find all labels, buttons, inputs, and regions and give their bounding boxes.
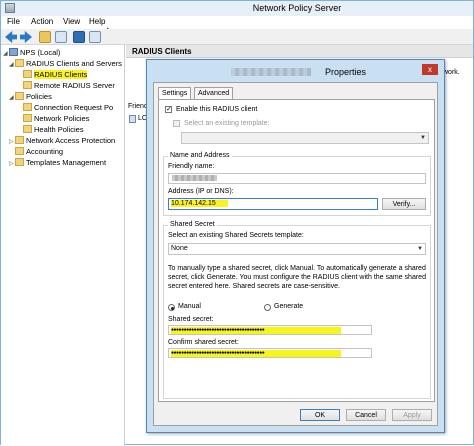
chevron-down-icon: ▼ (417, 246, 423, 252)
chevron-down-icon: ▼ (420, 135, 426, 141)
existing-template-label: Select an existing template: (184, 120, 270, 127)
tree-item-network-access-protection[interactable]: ▷ Network Access Protection (9, 135, 115, 146)
tree-item-connection-request-policies[interactable]: Connection Request Po (23, 102, 113, 113)
menu-bar: File Action View Help (1, 16, 473, 29)
tree-item-policies[interactable]: ◢ Policies (9, 91, 52, 102)
tree-item-accounting[interactable]: Accounting (15, 146, 63, 157)
manual-label: Manual (178, 303, 201, 310)
tree-item-nps-local[interactable]: ◢ NPS (Local) (3, 47, 60, 58)
folder-icon (15, 92, 24, 100)
apply-button[interactable]: Apply (392, 409, 432, 421)
tree-item-radius-clients[interactable]: RADIUS Clients (23, 69, 88, 80)
secret-template-value: None (171, 245, 188, 252)
generate-radio[interactable] (264, 304, 271, 311)
forward-icon[interactable] (20, 31, 32, 43)
content-description-snippet: work. (443, 69, 460, 76)
close-button[interactable]: x (422, 64, 438, 75)
name-address-group: Name and Address Friendly name: Address … (163, 152, 431, 216)
shared-secret-title: Shared Secret (168, 221, 217, 228)
title-bar: Network Policy Server (1, 1, 473, 16)
folder-icon (23, 114, 32, 122)
friendly-name-input[interactable] (168, 173, 426, 184)
shared-secret-input[interactable]: ●●●●●●●●●●●●●●●●●●●●●●●●●●●●●●●●●●●●● (168, 325, 372, 335)
address-input[interactable]: 10.174.142.15 (168, 198, 378, 210)
dialog-body: Settings Advanced ✓ Enable this RADIUS c… (153, 82, 438, 426)
menu-help[interactable]: Help (89, 17, 105, 26)
folder-icon (15, 147, 24, 155)
cancel-button[interactable]: Cancel (346, 409, 386, 421)
generate-label: Generate (274, 303, 304, 310)
manual-radio[interactable] (168, 304, 175, 311)
confirm-secret-value: ●●●●●●●●●●●●●●●●●●●●●●●●●●●●●●●●●●●●● (171, 350, 341, 357)
folder-icon (23, 70, 32, 78)
existing-template-checkbox[interactable] (173, 120, 180, 127)
content-title: RADIUS Clients (132, 47, 192, 56)
dialog-title: Properties (324, 67, 367, 77)
content-column-header: Friend (128, 103, 148, 110)
menu-file[interactable]: File (7, 17, 20, 26)
secret-template-label: Select an existing Shared Secrets templa… (168, 232, 304, 239)
content-header: RADIUS Clients (126, 45, 473, 58)
folder-icon (15, 158, 24, 166)
address-label: Address (IP or DNS): (168, 188, 234, 195)
tree-item-templates-management[interactable]: ▷ Templates Management (9, 157, 106, 168)
confirm-secret-label: Confirm shared secret: (168, 339, 239, 346)
tab-advanced[interactable]: Advanced (194, 87, 234, 99)
tree-item-radius-clients-servers[interactable]: ◢ RADIUS Clients and Servers (9, 58, 122, 69)
server-icon (9, 48, 18, 56)
tree-item-network-policies[interactable]: Network Policies (23, 113, 89, 124)
window-title: Network Policy Server (252, 3, 342, 13)
navigation-tree: ◢ NPS (Local) ◢ RADIUS Clients and Servers… (1, 45, 125, 446)
folder-icon (15, 59, 24, 67)
shared-secret-group: Shared Secret Select an existing Shared … (163, 221, 431, 399)
menu-action[interactable]: Action (31, 17, 53, 26)
ok-button[interactable]: OK (300, 409, 340, 421)
folder-icon (23, 81, 32, 89)
confirm-secret-input[interactable]: ●●●●●●●●●●●●●●●●●●●●●●●●●●●●●●●●●●●●● (168, 348, 372, 358)
tree-item-remote-radius-server[interactable]: Remote RADIUS Server (23, 80, 115, 91)
back-icon[interactable] (5, 31, 17, 43)
verify-button[interactable]: Verify... (382, 198, 426, 210)
folder-icon (23, 103, 32, 111)
name-address-title: Name and Address (168, 152, 232, 159)
folder-icon (23, 125, 32, 133)
friendly-name-label: Friendly name: (168, 163, 215, 170)
template-dropdown[interactable]: ▼ (181, 132, 429, 144)
enable-client-label: Enable this RADIUS client (176, 106, 258, 113)
shared-secret-label: Shared secret: (168, 316, 214, 323)
shared-secret-value: ●●●●●●●●●●●●●●●●●●●●●●●●●●●●●●●●●●●●● (171, 327, 341, 334)
shared-secret-instructions: To manually type a shared secret, click … (168, 265, 426, 290)
client-icon (129, 115, 136, 123)
tree-item-health-policies[interactable]: Health Policies (23, 124, 84, 135)
show-hide-tree-icon[interactable] (55, 31, 67, 43)
address-value: 10.174.142.15 (171, 200, 228, 207)
enable-client-checkbox[interactable]: ✓ (165, 106, 172, 113)
menu-view[interactable]: View (63, 17, 80, 26)
toolbar (1, 29, 473, 45)
folder-icon (15, 136, 24, 144)
properties-icon[interactable] (89, 31, 101, 43)
secret-template-dropdown[interactable]: None ▼ (168, 243, 426, 255)
redacted-friendly-name (172, 175, 217, 181)
up-folder-icon[interactable] (39, 31, 51, 43)
help-icon[interactable] (73, 31, 85, 43)
settings-panel: ✓ Enable this RADIUS client Select an ex… (158, 99, 435, 402)
properties-dialog: Properties x Settings Advanced ✓ Enable … (146, 59, 445, 433)
